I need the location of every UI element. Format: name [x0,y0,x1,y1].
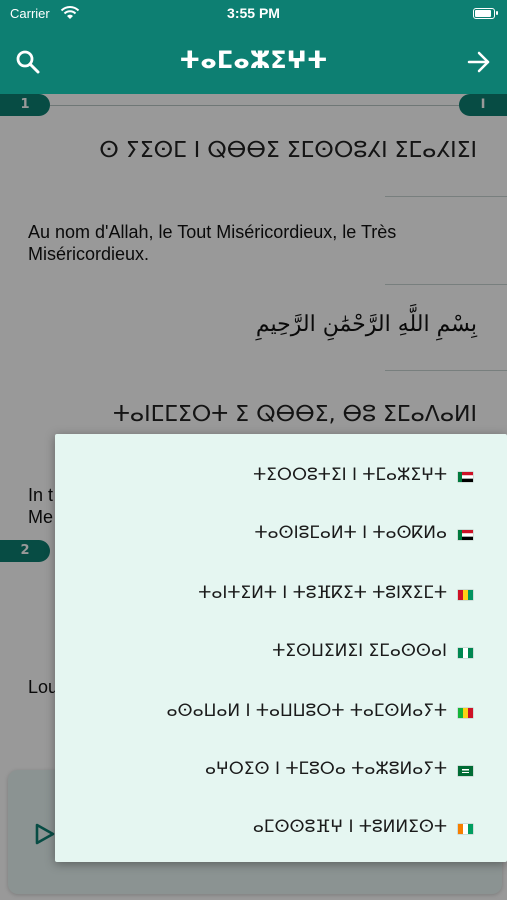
menu-item-translation-1[interactable]: ⵜⵉⵔⵔⵓⵜⵉⵏ ⵏ ⵜⵎⴰⵣⵉⵖⵜ [55,448,507,506]
menu-item-translation-6[interactable]: ⴰⵖⵔⵉⵙ ⵏ ⵜⵎⵓⵔⴰ ⵜⴰⵣⵓⵍⴰⵢⵜ [55,742,507,800]
menu-item-translation-4[interactable]: ⵜⵉⵙⵡⵉⵍⵉⵏ ⵉⵎⴰⵙⵙⴰⵏ [55,624,507,682]
arrow-right-icon[interactable] [465,48,493,76]
flag-icon [458,708,473,718]
menu-item-label: ⴰⵙⴰⵡⴰⵍ ⵏ ⵜⴰⵡⵡⵓⵔⵜ ⵜⴰⵎⵙⵍⴰⵢⵜ [166,701,447,721]
menu-item-label: ⵜⵉⵔⵔⵓⵜⵉⵏ ⵏ ⵜⵎⴰⵣⵉⵖⵜ [253,465,447,485]
menu-item-label: ⴰⵎⵙⵙⵓⴼⵖ ⵏ ⵜⵓⵍⵍⵉⵙⵜ [252,817,447,837]
menu-item-label: ⵜⴰⵙⵏⵓⵎⴰⵍⵜ ⵏ ⵜⴰⵙⴽⵍⴰ [254,523,447,543]
flag-icon [458,766,473,776]
flag-icon [458,530,473,540]
menu-item-label: ⵜⵉⵙⵡⵉⵍⵉⵏ ⵉⵎⴰⵙⵙⴰⵏ [272,641,447,661]
menu-item-label: ⴰⵖⵔⵉⵙ ⵏ ⵜⵎⵓⵔⴰ ⵜⴰⵣⵓⵍⴰⵢⵜ [204,759,447,779]
flag-icon [458,648,473,658]
flag-icon [458,590,473,600]
battery-icon [473,8,498,19]
menu-item-translation-2[interactable]: ⵜⴰⵙⵏⵓⵎⴰⵍⵜ ⵏ ⵜⴰⵙⴽⵍⴰ [55,506,507,564]
menu-item-translation-3[interactable]: ⵜⴰⵏⵜⵉⵍⵜ ⵏ ⵜⵓⴼⴽⵉⵜ ⵜⵓⵏⴳⵉⵎⵜ [55,566,507,624]
status-bar: Carrier 3:55 PM [0,0,507,30]
menu-item-translation-7[interactable]: ⴰⵎⵙⵙⵓⴼⵖ ⵏ ⵜⵓⵍⵍⵉⵙⵜ [55,800,507,858]
menu-item-label: ⵜⴰⵏⵜⵉⵍⵜ ⵏ ⵜⵓⴼⴽⵉⵜ ⵜⵓⵏⴳⵉⵎⵜ [198,583,447,603]
clock: 3:55 PM [227,5,280,21]
flag-icon [458,472,473,482]
menu-item-translation-5[interactable]: ⴰⵙⴰⵡⴰⵍ ⵏ ⵜⴰⵡⵡⵓⵔⵜ ⵜⴰⵎⵙⵍⴰⵢⵜ [55,684,507,742]
translation-menu: ⵜⵉⵔⵔⵓⵜⵉⵏ ⵏ ⵜⵎⴰⵣⵉⵖⵜ ⵜⴰⵙⵏⵓⵎⴰⵍⵜ ⵏ ⵜⴰⵙⴽⵍⴰ ⵜⴰ… [55,434,507,862]
nav-bar: ⵜⴰⵎⴰⵣⵉⵖⵜ [0,30,507,94]
flag-icon [458,824,473,834]
page-title: ⵜⴰⵎⴰⵣⵉⵖⵜ [179,46,328,74]
